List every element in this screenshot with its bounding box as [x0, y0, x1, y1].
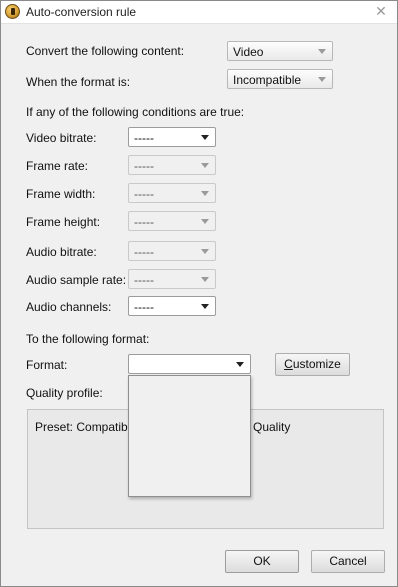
chevron-down-icon [201, 249, 209, 254]
ok-button[interactable]: OK [225, 550, 299, 573]
audio-sample-rate-label: Audio sample rate: [26, 273, 127, 287]
audio-bitrate-select[interactable]: ----- [128, 241, 216, 261]
customize-label: ustomize [292, 357, 341, 371]
app-logo-icon [5, 4, 20, 19]
frame-width-label: Frame width: [26, 187, 96, 201]
convert-content-label: Convert the following content: [26, 44, 185, 58]
quality-profile-label: Quality profile: [26, 386, 103, 400]
audio-channels-select[interactable]: ----- [128, 296, 216, 316]
format-select[interactable] [128, 354, 251, 374]
frame-rate-value: ----- [134, 159, 154, 173]
customize-accelerator: C [284, 357, 293, 371]
format-is-select[interactable]: Incompatible [227, 69, 333, 89]
chevron-down-icon [201, 135, 209, 140]
title-bar: Auto-conversion rule ✕ [1, 1, 397, 24]
audio-channels-label: Audio channels: [26, 300, 112, 314]
format-is-value: Incompatible [233, 73, 302, 87]
video-bitrate-value: ----- [134, 131, 154, 145]
audio-channels-value: ----- [134, 300, 154, 314]
audio-sample-rate-value: ----- [134, 273, 154, 287]
audio-bitrate-value: ----- [134, 245, 154, 259]
target-format-header: To the following format: [26, 332, 150, 346]
frame-rate-label: Frame rate: [26, 159, 89, 173]
quality-preset-text: Preset: Compatible [35, 420, 138, 434]
chevron-down-icon [201, 277, 209, 282]
chevron-down-icon [318, 77, 326, 82]
frame-height-label: Frame height: [26, 215, 101, 229]
video-bitrate-select[interactable]: ----- [128, 127, 216, 147]
dialog-window: Auto-conversion rule ✕ Convert the follo… [0, 0, 398, 587]
close-icon[interactable]: ✕ [373, 3, 389, 19]
convert-content-value: Video [233, 45, 264, 59]
frame-height-select[interactable]: ----- [128, 211, 216, 231]
audio-bitrate-label: Audio bitrate: [26, 245, 97, 259]
convert-content-select[interactable]: Video [227, 41, 333, 61]
quality-preset-text-tail: Quality [253, 420, 291, 434]
chevron-down-icon [201, 304, 209, 309]
format-dropdown-list[interactable] [128, 375, 251, 497]
audio-sample-rate-select[interactable]: ----- [128, 269, 216, 289]
format-label: Format: [26, 358, 68, 372]
format-is-label: When the format is: [26, 75, 131, 89]
cancel-button[interactable]: Cancel [311, 550, 385, 573]
chevron-down-icon [236, 362, 244, 367]
frame-width-select[interactable]: ----- [128, 183, 216, 203]
window-title: Auto-conversion rule [26, 5, 137, 19]
frame-width-value: ----- [134, 187, 154, 201]
video-bitrate-label: Video bitrate: [26, 131, 97, 145]
chevron-down-icon [201, 219, 209, 224]
chevron-down-icon [201, 163, 209, 168]
conditions-header: If any of the following conditions are t… [26, 105, 245, 119]
frame-rate-select[interactable]: ----- [128, 155, 216, 175]
chevron-down-icon [318, 49, 326, 54]
customize-button[interactable]: Customize [275, 353, 350, 376]
chevron-down-icon [201, 191, 209, 196]
frame-height-value: ----- [134, 215, 154, 229]
